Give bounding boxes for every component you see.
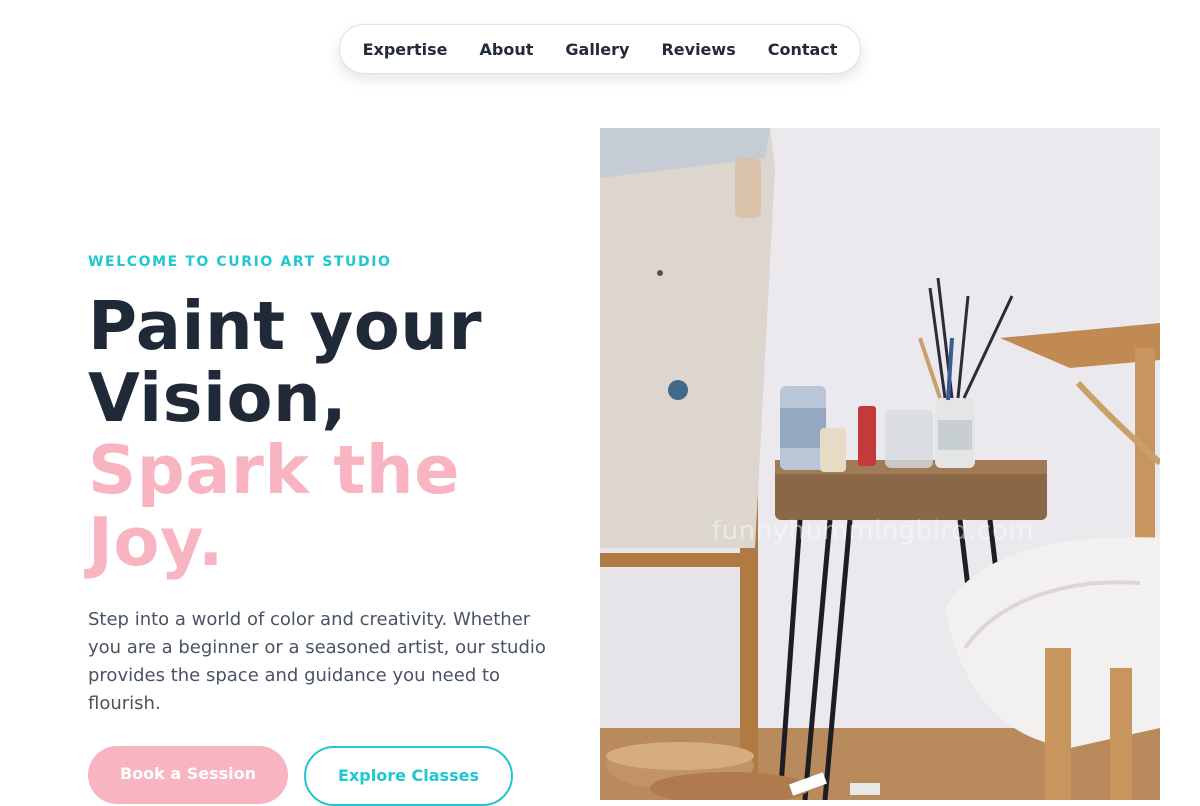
image-watermark: funnyhummingbird.com — [712, 516, 1035, 546]
studio-photo-illustration — [600, 128, 1160, 800]
headline-line-4: Joy. — [88, 503, 224, 581]
hero-studio-photo: funnyhummingbird.com — [600, 128, 1160, 800]
nav-link-contact[interactable]: Contact — [768, 40, 838, 59]
headline-line-1: Paint your — [88, 287, 482, 365]
headline-line-3: Spark the — [88, 431, 461, 509]
nav-link-gallery[interactable]: Gallery — [565, 40, 629, 59]
top-navigation: Expertise About Gallery Reviews Contact — [338, 24, 862, 74]
top-navigation-wrapper: Expertise About Gallery Reviews Contact — [0, 24, 1200, 74]
nav-link-about[interactable]: About — [480, 40, 534, 59]
headline-line-2: Vision, — [88, 359, 348, 437]
hero-headline: Paint your Vision, Spark the Joy. — [88, 290, 568, 578]
book-session-button[interactable]: Book a Session — [88, 746, 288, 804]
nav-link-reviews[interactable]: Reviews — [661, 40, 735, 59]
hero-cta-row: Book a Session Explore Classes — [88, 746, 513, 806]
hero-text-section: WELCOME TO CURIO ART STUDIO Paint your V… — [88, 254, 568, 718]
explore-classes-button[interactable]: Explore Classes — [304, 746, 513, 806]
hero-eyebrow: WELCOME TO CURIO ART STUDIO — [88, 254, 392, 270]
nav-link-expertise[interactable]: Expertise — [363, 40, 448, 59]
hero-description: Step into a world of color and creativit… — [88, 609, 546, 714]
